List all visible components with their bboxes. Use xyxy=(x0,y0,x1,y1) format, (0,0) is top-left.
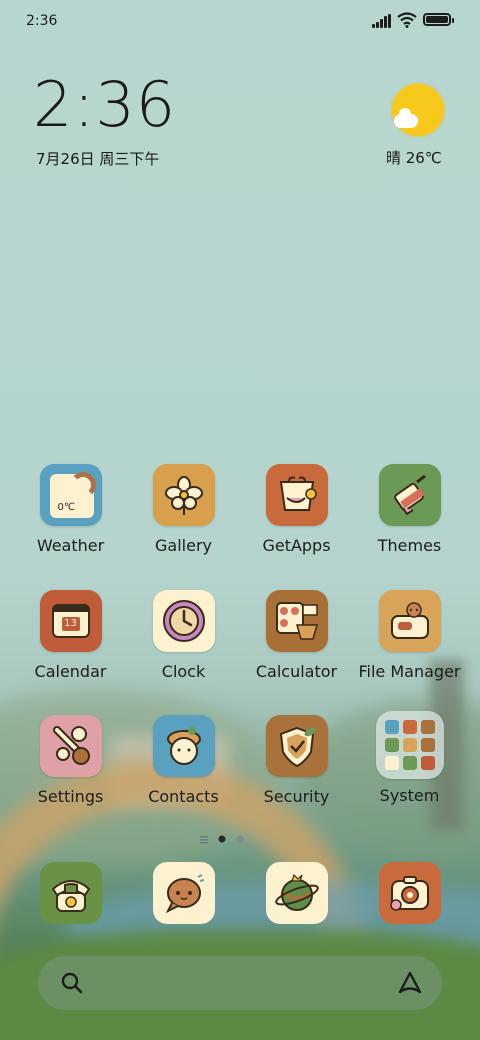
app-label-clock: Clock xyxy=(161,662,206,681)
app-label-gallery: Gallery xyxy=(155,536,212,555)
dock-messages[interactable] xyxy=(127,862,240,924)
camera-icon xyxy=(378,862,441,924)
app-file-manager[interactable]: File Manager xyxy=(353,590,466,681)
getapps-bag-icon xyxy=(265,464,328,526)
clock-app-icon xyxy=(152,590,215,652)
app-system-folder[interactable]: System xyxy=(353,711,466,805)
page-dot-active xyxy=(218,835,226,843)
browser-planet-icon xyxy=(265,862,328,924)
page-dot xyxy=(236,835,244,843)
status-bar: 2:36 xyxy=(0,0,480,44)
wifi-icon xyxy=(397,12,417,28)
system-folder-icon xyxy=(375,711,444,779)
app-calculator[interactable]: Calculator xyxy=(240,590,353,681)
app-label-settings: Settings xyxy=(37,787,104,806)
clock-widget-time[interactable]: 2:36 xyxy=(33,74,176,136)
calendar-icon-date: 13 xyxy=(61,617,80,631)
search-bar[interactable] xyxy=(38,956,442,1010)
calculator-icon xyxy=(265,590,328,652)
weather-widget-text[interactable]: 晴 26℃ xyxy=(386,147,442,168)
app-label-weather: Weather xyxy=(36,536,105,555)
app-label-themes: Themes xyxy=(377,536,442,555)
app-getapps[interactable]: GetApps xyxy=(240,464,353,555)
clock-widget-date[interactable]: 7月26日 周三下午 xyxy=(36,148,159,169)
contacts-person-icon xyxy=(152,715,215,777)
app-label-calculator: Calculator xyxy=(255,662,338,681)
weather-app-icon-label: 0℃ xyxy=(57,502,76,513)
app-settings[interactable]: Settings xyxy=(14,715,127,806)
phone-icon xyxy=(39,862,102,924)
app-security[interactable]: Security xyxy=(240,715,353,806)
app-label-calendar: Calendar xyxy=(34,662,107,681)
app-gallery[interactable]: Gallery xyxy=(127,464,240,555)
page-list-icon xyxy=(200,836,208,844)
folder-icon xyxy=(378,590,441,652)
status-time: 2:36 xyxy=(26,13,58,29)
search-icon[interactable] xyxy=(60,971,84,995)
app-label-contacts: Contacts xyxy=(148,787,219,806)
calendar-icon: 13 xyxy=(39,590,102,652)
app-label-file-manager: File Manager xyxy=(358,662,461,681)
security-shield-icon xyxy=(265,715,328,777)
messages-bubble-icon xyxy=(152,862,215,924)
page-indicator[interactable] xyxy=(200,830,260,844)
dock-phone[interactable] xyxy=(14,862,127,924)
app-contacts[interactable]: Contacts xyxy=(127,715,240,806)
settings-wrench-icon xyxy=(39,715,102,777)
app-calendar[interactable]: 13 Calendar xyxy=(14,590,127,681)
weather-cloud-icon xyxy=(394,108,418,128)
battery-icon xyxy=(423,13,454,26)
weather-app-icon: 0℃ xyxy=(39,464,102,526)
app-clock[interactable]: Clock xyxy=(127,590,240,681)
app-label-security: Security xyxy=(263,787,330,806)
dock-browser[interactable] xyxy=(240,862,353,924)
app-themes[interactable]: Themes xyxy=(353,464,466,555)
app-weather[interactable]: 0℃ Weather xyxy=(14,464,127,555)
dock-camera[interactable] xyxy=(353,862,466,924)
themes-brush-icon xyxy=(378,464,441,526)
gallery-flower-icon xyxy=(152,464,215,526)
assistant-icon[interactable] xyxy=(396,970,424,996)
app-label-system: System xyxy=(379,786,440,805)
signal-icon xyxy=(372,14,392,28)
app-label-getapps: GetApps xyxy=(262,536,331,555)
